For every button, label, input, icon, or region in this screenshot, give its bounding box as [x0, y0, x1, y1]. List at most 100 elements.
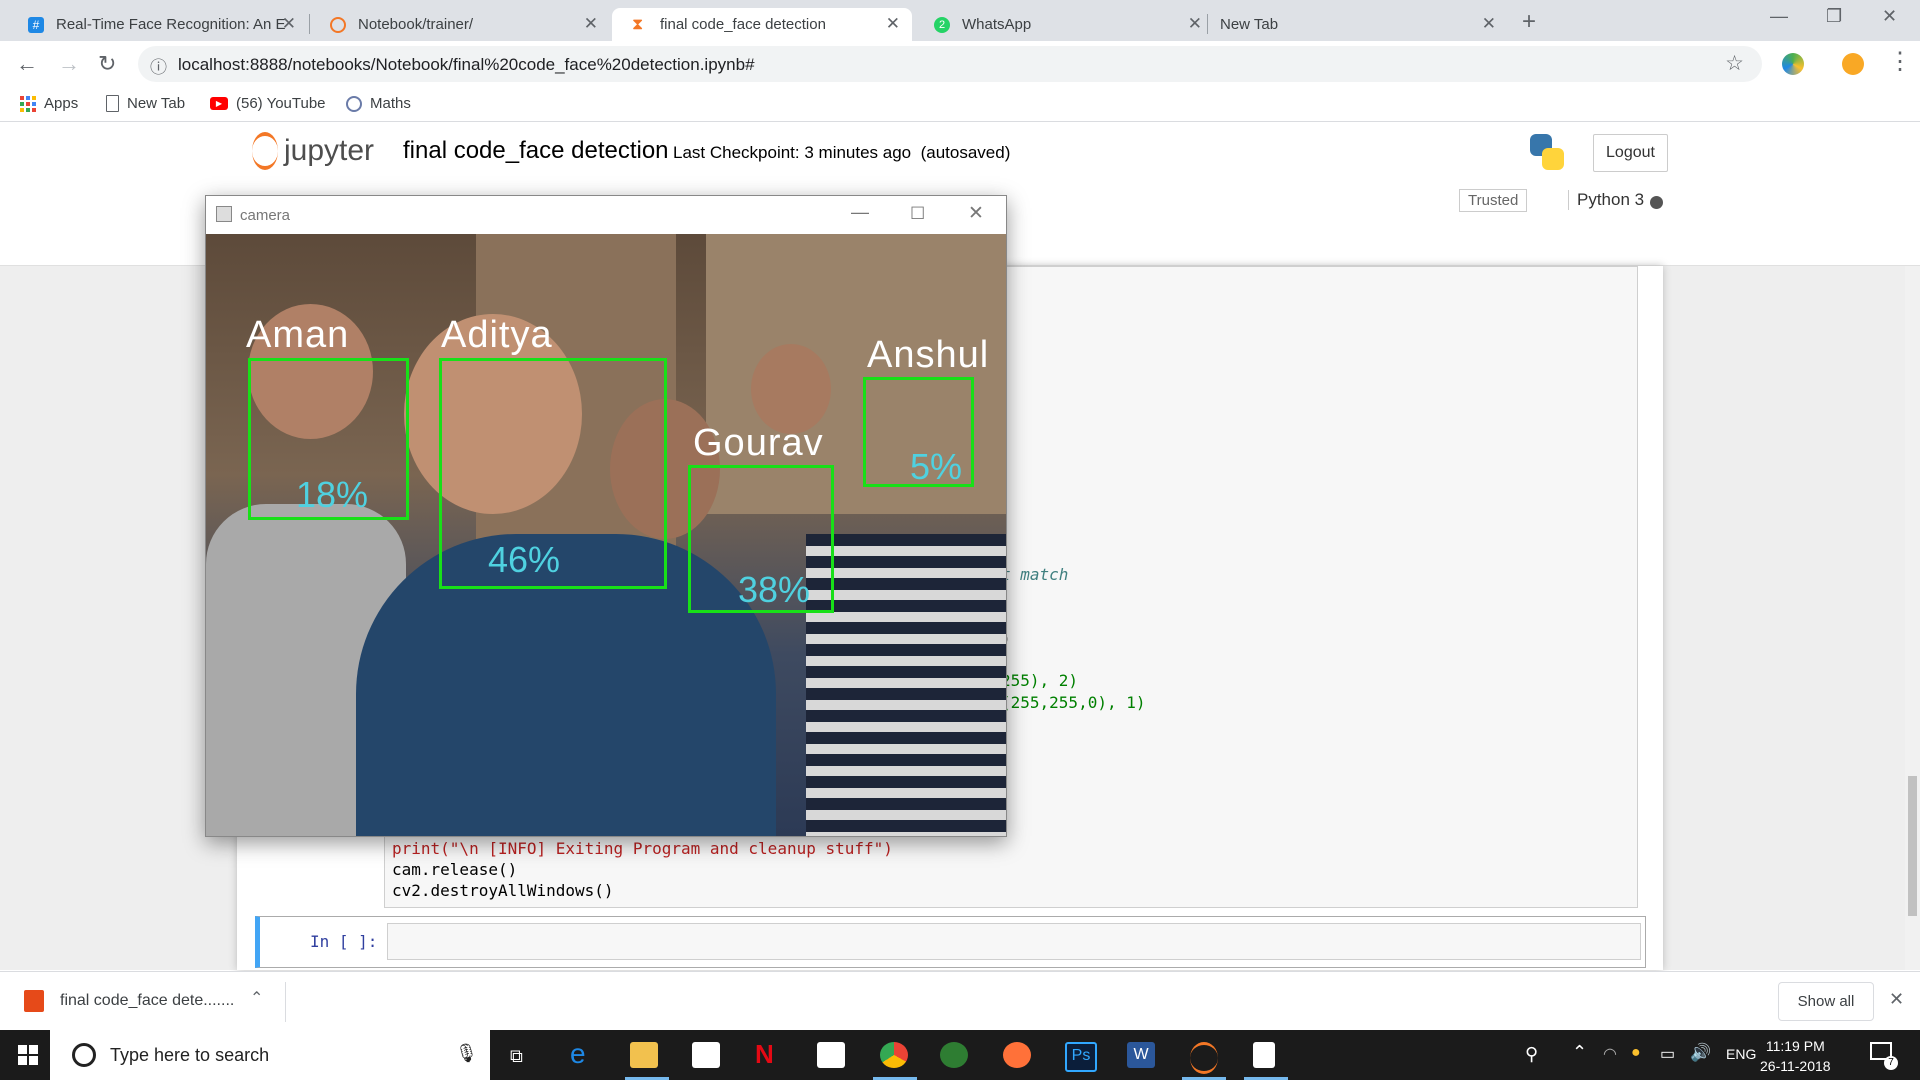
- camera-maximize-icon[interactable]: ☐: [910, 204, 925, 224]
- new-tab-plus-icon[interactable]: +: [1522, 8, 1536, 36]
- close-tab-icon[interactable]: ✕: [584, 14, 598, 34]
- download-item[interactable]: final code_face dete.......: [60, 992, 234, 1010]
- youtube-icon: ▶: [210, 97, 228, 110]
- taskbar-clock[interactable]: 11:19 PM 26-11-2018: [1760, 1036, 1831, 1076]
- cortana-icon: [72, 1043, 96, 1067]
- forward-arrow-icon[interactable]: →: [58, 51, 80, 77]
- kernel-busy-indicator: [1650, 196, 1663, 209]
- notebook-name[interactable]: final code_face detection: [403, 137, 669, 165]
- tab-final-code[interactable]: ⧗ final code_face detection ✕: [612, 8, 912, 41]
- page-icon: [106, 95, 119, 112]
- trusted-badge[interactable]: Trusted: [1459, 189, 1528, 212]
- jupyter-taskbar-icon[interactable]: [1190, 1042, 1218, 1074]
- hashtag-icon: #: [28, 17, 44, 33]
- jupyter-logo[interactable]: jupyter: [252, 132, 374, 170]
- input-language[interactable]: ENG: [1726, 1046, 1756, 1062]
- hourglass-icon: ⧗: [632, 16, 644, 33]
- address-bar[interactable]: ⓘ localhost:8888/notebooks/Notebook/fina…: [138, 46, 1762, 82]
- netflix-icon[interactable]: N: [755, 1039, 783, 1069]
- close-tab-icon[interactable]: ✕: [282, 14, 296, 34]
- face-label-confidence: 5%: [910, 446, 963, 487]
- page-scrollbar[interactable]: [1905, 266, 1920, 970]
- restore-icon[interactable]: ❐: [1826, 6, 1842, 27]
- mail-icon[interactable]: [817, 1042, 845, 1068]
- minimize-icon[interactable]: —: [1770, 6, 1788, 27]
- microphone-icon[interactable]: 🎙: [455, 1043, 478, 1064]
- volume-icon[interactable]: 🔊: [1690, 1043, 1711, 1063]
- tab-whatsapp[interactable]: 2 WhatsApp ✕: [914, 8, 1214, 41]
- battery-icon[interactable]: ▭: [1660, 1044, 1675, 1064]
- tab-notebook-trainer[interactable]: Notebook/trainer/ ✕: [310, 8, 610, 41]
- face-label-confidence: 38%: [738, 569, 811, 610]
- face-anshul: [751, 344, 831, 434]
- file-explorer-icon[interactable]: [630, 1042, 658, 1068]
- checkpoint-status: Last Checkpoint: 3 minutes ago (autosave…: [673, 143, 1011, 162]
- bookmark-apps[interactable]: Apps: [20, 95, 78, 112]
- scrollbar-thumb[interactable]: [1908, 776, 1917, 916]
- downloads-bar: final code_face dete....... ⌃ Show all ✕: [0, 971, 1920, 1031]
- tab-face-recognition[interactable]: # Real-Time Face Recognition: An E ✕: [8, 8, 308, 41]
- apps-grid-icon: [20, 95, 36, 112]
- close-tab-icon[interactable]: ✕: [1482, 14, 1496, 34]
- windows-taskbar: Type here to search 🎙 ⧉ e N Ps W ⚲ ⌃ ◠ ●…: [0, 1030, 1920, 1080]
- kernel-name: Python 3: [1568, 190, 1644, 210]
- camera-close-icon[interactable]: ✕: [968, 202, 984, 225]
- bookmark-maths[interactable]: Maths: [346, 95, 411, 112]
- maths-globe-icon: [346, 95, 362, 112]
- windows-start-icon[interactable]: [18, 1045, 38, 1065]
- info-icon: ⓘ: [150, 58, 167, 77]
- people-icon[interactable]: ⚲: [1525, 1044, 1538, 1065]
- close-window-icon[interactable]: ✕: [1882, 6, 1897, 27]
- menu-dots-icon[interactable]: ⋮: [1888, 47, 1912, 76]
- close-downloads-icon[interactable]: ✕: [1889, 989, 1904, 1010]
- python-logo-icon: [1530, 134, 1564, 170]
- chevron-up-icon[interactable]: ⌃: [250, 988, 263, 1008]
- window-icon: [216, 206, 232, 222]
- chevron-up-tray-icon[interactable]: ⌃: [1572, 1042, 1587, 1063]
- jupyter-orbit-icon: [252, 132, 278, 170]
- wifi-icon[interactable]: ◠: [1603, 1044, 1617, 1064]
- bookmark-new-tab[interactable]: New Tab: [106, 95, 185, 112]
- edge-icon[interactable]: e: [570, 1038, 598, 1069]
- jupyter-icon: [330, 17, 346, 33]
- chrome-icon[interactable]: [880, 1042, 908, 1068]
- vpn-icon[interactable]: ●: [1631, 1044, 1641, 1062]
- close-tab-icon[interactable]: ✕: [886, 14, 900, 34]
- face-label-name: Aman: [246, 314, 350, 356]
- face-label-name: Aditya: [441, 314, 553, 356]
- tab-strip: # Real-Time Face Recognition: An E ✕ Not…: [0, 0, 1920, 41]
- bookmark-youtube[interactable]: ▶ (56) YouTube: [210, 95, 326, 112]
- word-icon[interactable]: W: [1127, 1042, 1155, 1068]
- back-arrow-icon[interactable]: ←: [16, 51, 38, 77]
- camera-video-frame: Aman 18% Aditya 46% Gourav 38% Anshul 5%: [206, 234, 1006, 836]
- profile-avatar[interactable]: [1842, 53, 1864, 75]
- show-all-button[interactable]: Show all: [1778, 982, 1874, 1021]
- document-icon[interactable]: [1253, 1042, 1275, 1068]
- globe-app-icon[interactable]: [940, 1042, 968, 1068]
- cell-input[interactable]: [387, 923, 1641, 960]
- empty-code-cell[interactable]: In [ ]:: [255, 916, 1646, 968]
- face-label-confidence: 46%: [488, 539, 561, 580]
- person-striped-sweater: [806, 534, 1006, 836]
- close-tab-icon[interactable]: ✕: [1188, 14, 1202, 34]
- logout-button[interactable]: Logout: [1593, 134, 1668, 172]
- camera-window-title: camera: [240, 207, 291, 224]
- notification-count-badge: 7: [1884, 1056, 1898, 1070]
- face-label-name: Anshul: [867, 334, 990, 376]
- tab-new-tab[interactable]: New Tab ✕: [1208, 8, 1508, 41]
- camera-window[interactable]: camera — ☐ ✕ Aman 18% Aditya 46% Gourav …: [205, 195, 1007, 837]
- firefox-icon[interactable]: [1003, 1042, 1031, 1068]
- extension-icon[interactable]: [1782, 53, 1804, 75]
- store-icon[interactable]: [692, 1042, 720, 1068]
- browser-toolbar: ← → ↻ ⓘ localhost:8888/notebooks/Noteboo…: [0, 41, 1920, 87]
- camera-titlebar[interactable]: camera — ☐ ✕: [206, 196, 1006, 234]
- cell-prompt: In [ ]:: [310, 932, 378, 951]
- reload-icon[interactable]: ↻: [98, 51, 116, 77]
- whatsapp-icon: 2: [934, 17, 950, 33]
- taskbar-search-box[interactable]: Type here to search 🎙: [50, 1030, 490, 1080]
- bookmark-star-icon[interactable]: ☆: [1725, 51, 1744, 76]
- photoshop-icon[interactable]: Ps: [1065, 1042, 1097, 1072]
- task-view-icon[interactable]: ⧉: [510, 1046, 523, 1067]
- url-text[interactable]: localhost:8888/notebooks/Notebook/final%…: [178, 55, 755, 75]
- camera-minimize-icon[interactable]: —: [851, 202, 869, 223]
